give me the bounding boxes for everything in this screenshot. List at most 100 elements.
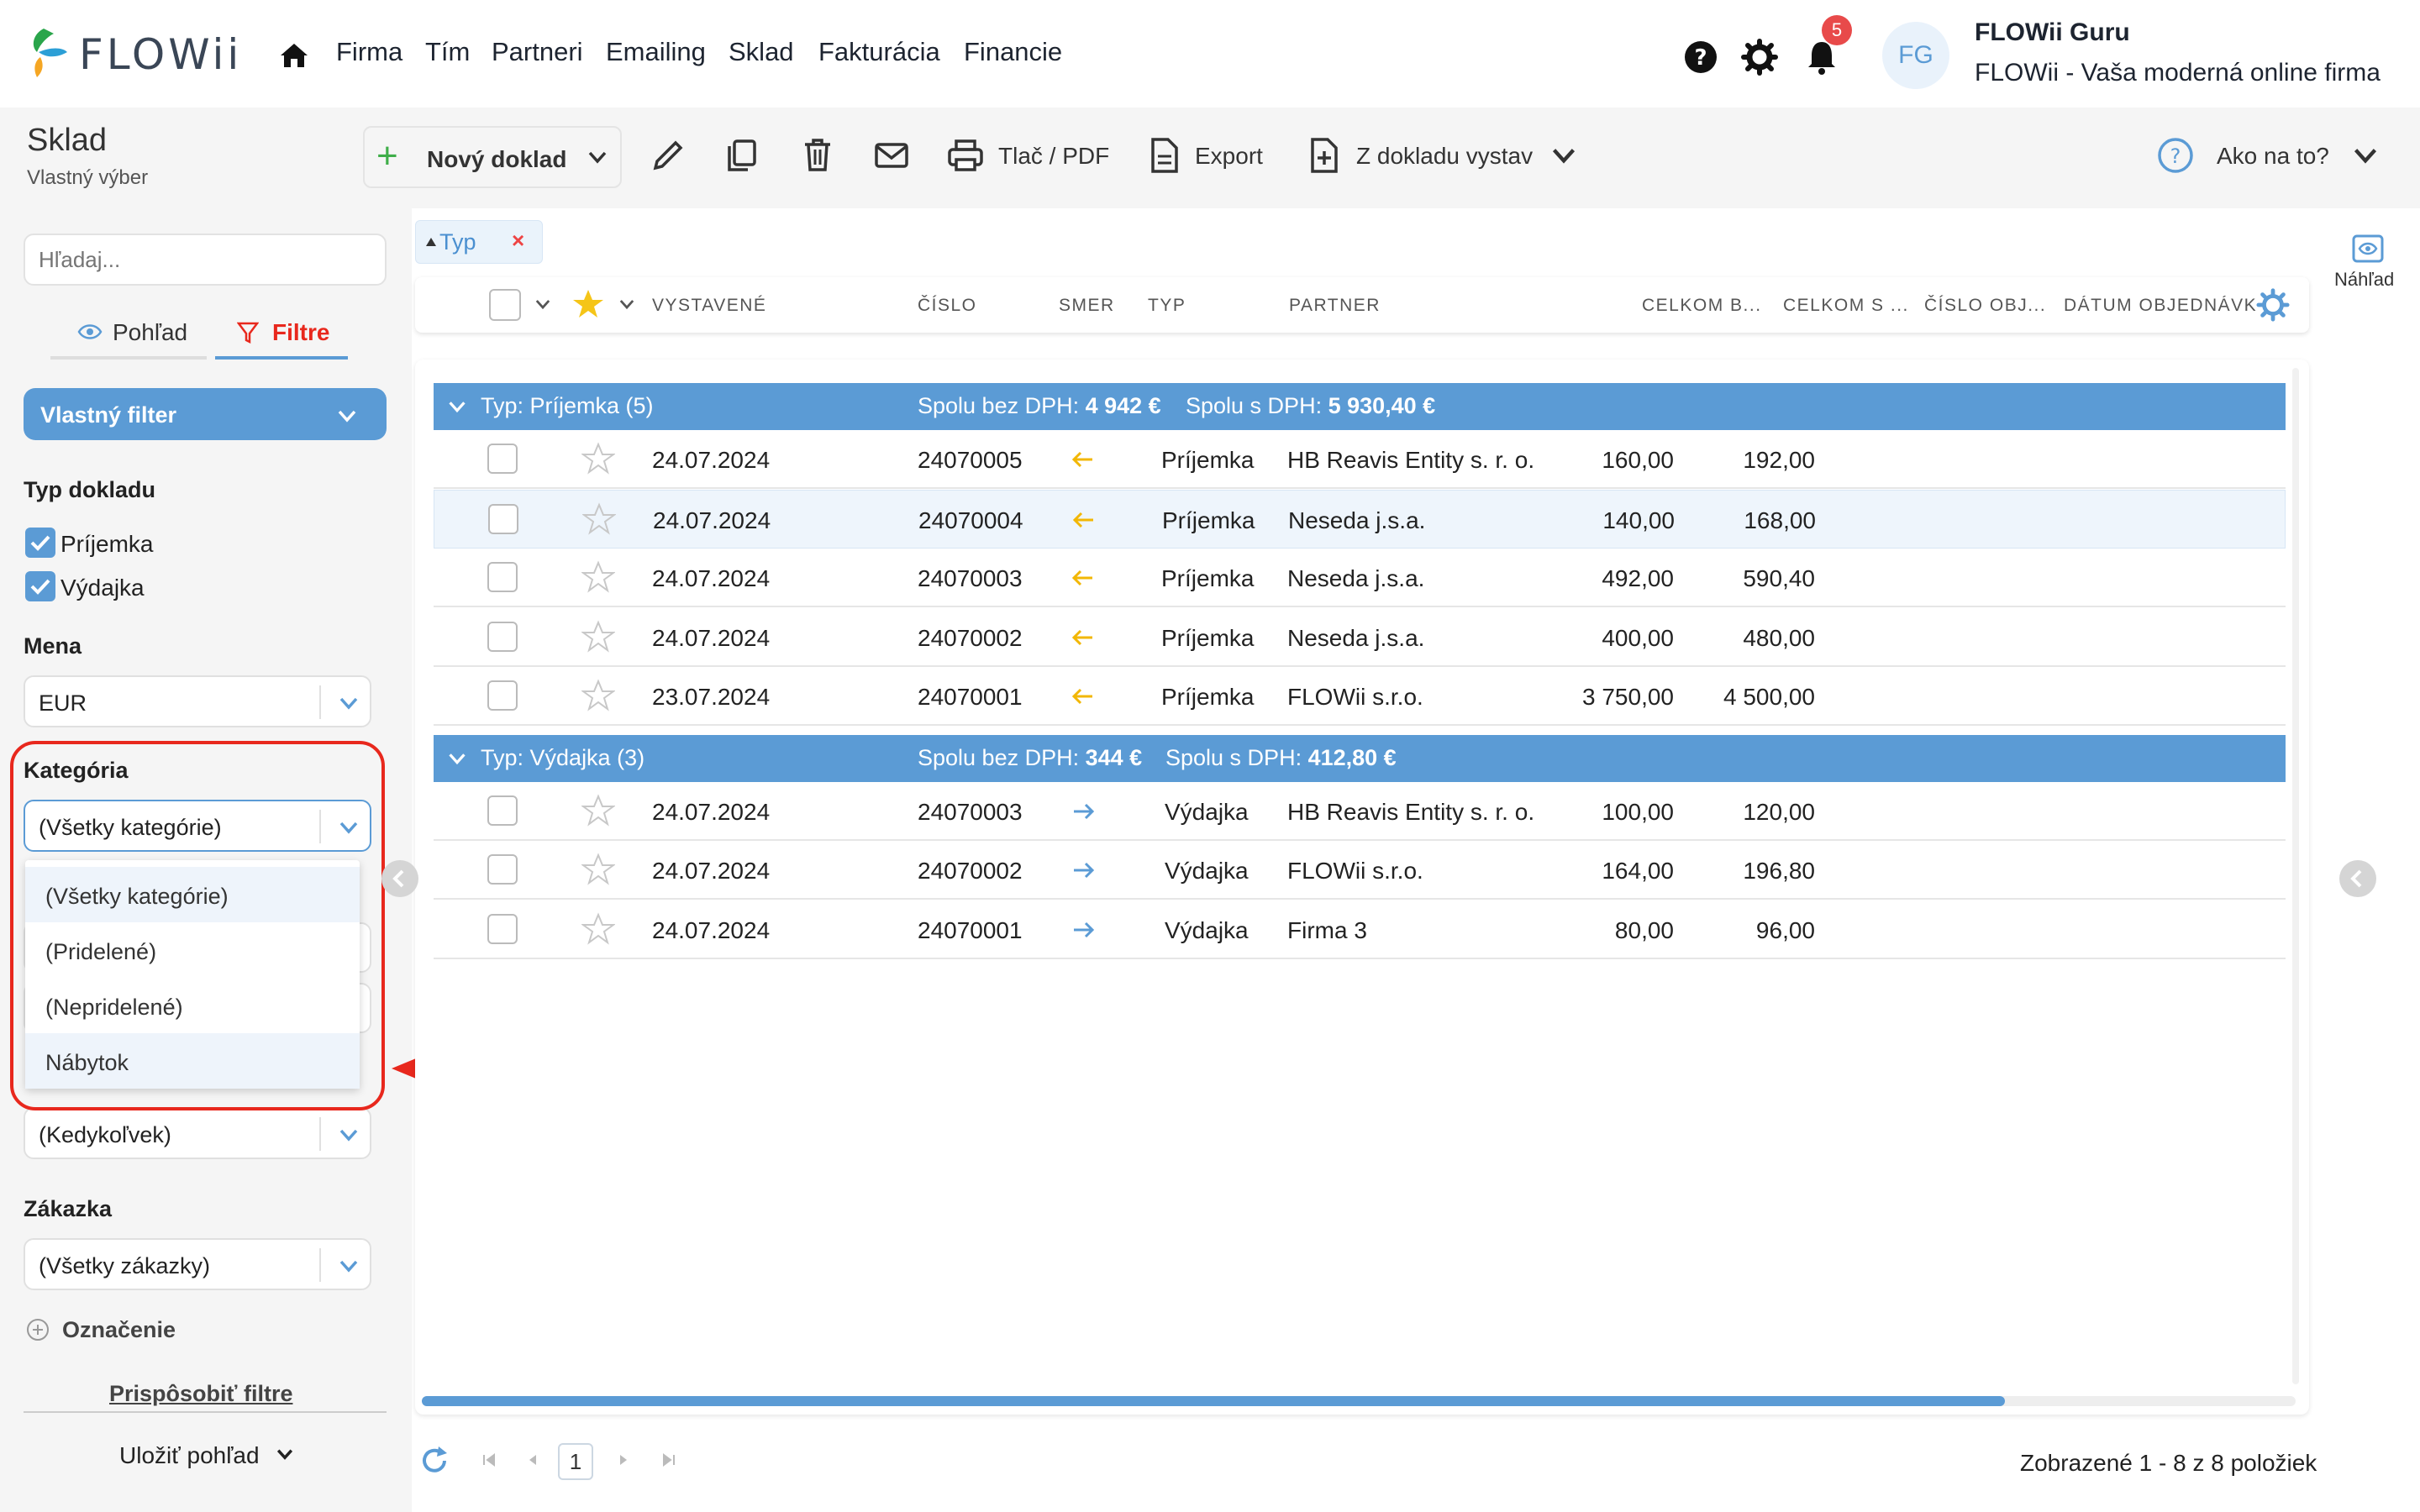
date-select[interactable]: (Kedykoľvek): [24, 1107, 371, 1159]
column-settings-icon[interactable]: [2255, 287, 2291, 323]
vertical-scrollbar[interactable]: [2292, 368, 2299, 1384]
currency-select[interactable]: EUR: [24, 675, 371, 727]
column-header-order-number[interactable]: ČÍSLO OBJ...: [1924, 296, 2046, 316]
save-view-button[interactable]: Uložiť pohľad: [119, 1441, 293, 1469]
column-header-issued[interactable]: VYSTAVENÉ: [652, 296, 766, 316]
nav-emailing[interactable]: Emailing: [606, 37, 706, 67]
collapse-preview-button[interactable]: [2339, 860, 2376, 897]
chevron-down-icon[interactable]: [445, 747, 469, 770]
table-row[interactable]: 24.07.2024 24070002 Výdajka FLOWii s.r.o. 16…: [434, 841, 2286, 900]
next-page-icon[interactable]: [610, 1446, 637, 1473]
customize-filters-link[interactable]: Prispôsobiť filtre: [109, 1381, 292, 1407]
print-label[interactable]: Tlač / PDF: [998, 143, 1109, 170]
table-row[interactable]: 23.07.2024 24070001 Príjemka FLOWii s.r.o. 3…: [434, 667, 2286, 726]
nav-partneri[interactable]: Partneri: [492, 37, 583, 67]
question-circle-icon[interactable]: ?: [2156, 136, 2195, 175]
chevron-down-icon[interactable]: [533, 294, 553, 314]
edit-icon[interactable]: [649, 136, 687, 175]
chevron-down-icon[interactable]: [445, 395, 469, 418]
checkbox-checked-icon[interactable]: [25, 528, 55, 558]
plus-circle-icon[interactable]: [25, 1317, 50, 1342]
create-from-document-label[interactable]: Z dokladu vystav: [1356, 143, 1533, 170]
help-link[interactable]: Ako na to?: [2217, 143, 2329, 170]
email-icon[interactable]: [872, 136, 911, 175]
star-outline-icon[interactable]: [581, 560, 615, 594]
nav-financie[interactable]: Financie: [964, 37, 1062, 67]
help-icon[interactable]: ?: [1682, 39, 1719, 76]
row-checkbox[interactable]: [488, 503, 518, 534]
collapse-sidebar-button[interactable]: [381, 860, 418, 897]
settings-icon[interactable]: [1741, 39, 1778, 76]
row-checkbox[interactable]: [487, 913, 518, 944]
star-outline-icon[interactable]: [581, 793, 615, 827]
nav-fakturacia[interactable]: Fakturácia: [818, 37, 940, 67]
checkbox-checked-icon[interactable]: [25, 571, 55, 601]
prev-page-icon[interactable]: [519, 1446, 546, 1473]
star-outline-icon[interactable]: [581, 442, 615, 475]
nav-tim[interactable]: Tím: [425, 37, 470, 67]
print-icon[interactable]: [946, 136, 985, 175]
chevron-down-icon[interactable]: [617, 294, 637, 314]
row-checkbox[interactable]: [487, 562, 518, 592]
refresh-icon[interactable]: [418, 1445, 450, 1477]
row-checkbox[interactable]: [487, 680, 518, 711]
table-row[interactable]: 24.07.2024 24070003 Príjemka Neseda j.s.a. 4…: [434, 549, 2286, 607]
table-row[interactable]: 24.07.2024 24070003 Výdajka HB Reavis Entit…: [434, 782, 2286, 841]
tab-view[interactable]: Pohľad: [113, 319, 187, 346]
column-header-direction[interactable]: SMER: [1059, 296, 1115, 316]
table-row[interactable]: 24.07.2024 24070005 Príjemka HB Reavis Enti…: [434, 430, 2286, 489]
copy-icon[interactable]: [723, 136, 761, 175]
chevron-down-icon[interactable]: [585, 144, 610, 170]
table-row[interactable]: 24.07.2024 24070004 Príjemka Neseda j.s.a. 1…: [434, 489, 2286, 549]
group-header-row[interactable]: Typ: Príjemka (5) Spolu bez DPH: 4 942 € S…: [434, 383, 2286, 430]
table-row[interactable]: 24.07.2024 24070001 Výdajka Firma 3 80,00 96,…: [434, 900, 2286, 959]
home-icon[interactable]: [277, 39, 311, 72]
nav-firma[interactable]: Firma: [336, 37, 402, 67]
order-select[interactable]: (Všetky zákazky): [24, 1238, 371, 1290]
create-from-document-icon[interactable]: [1304, 136, 1343, 175]
star-outline-icon[interactable]: [581, 619, 615, 654]
column-header-order-date[interactable]: DÁTUM OBJEDNÁVK: [2064, 296, 2269, 316]
preview-icon[interactable]: [2351, 234, 2385, 264]
chevron-down-icon[interactable]: [2349, 139, 2381, 171]
export-label[interactable]: Export: [1195, 143, 1263, 170]
row-checkbox[interactable]: [487, 795, 518, 826]
select-all-checkbox[interactable]: [489, 289, 521, 321]
table-row[interactable]: 24.07.2024 24070002 Príjemka Neseda j.s.a. 4…: [434, 608, 2286, 667]
chevron-down-icon[interactable]: [336, 1122, 361, 1147]
delete-icon[interactable]: [798, 136, 837, 175]
chevron-down-icon[interactable]: [336, 1253, 361, 1278]
new-document-button[interactable]: + Nový doklad: [363, 126, 622, 188]
row-checkbox[interactable]: [487, 621, 518, 652]
column-header-total-with-vat[interactable]: CELKOM S ...: [1783, 296, 1909, 316]
search-input[interactable]: [24, 234, 387, 286]
export-icon[interactable]: [1144, 136, 1183, 175]
logo-icon[interactable]: [25, 27, 69, 79]
column-header-number[interactable]: ČÍSLO: [918, 296, 977, 316]
remove-filter-icon[interactable]: ×: [512, 228, 524, 254]
avatar[interactable]: FG: [1882, 22, 1949, 89]
current-page-button[interactable]: 1: [558, 1443, 593, 1480]
logo-text[interactable]: FLOWii: [79, 30, 242, 79]
column-header-type[interactable]: TYP: [1148, 296, 1186, 316]
row-checkbox[interactable]: [487, 444, 518, 474]
row-checkbox[interactable]: [487, 854, 518, 885]
tab-filters[interactable]: Filtre: [272, 319, 329, 346]
star-filled-icon[interactable]: [571, 287, 605, 321]
chevron-down-icon[interactable]: [1548, 139, 1580, 171]
horizontal-scrollbar-thumb[interactable]: [422, 1396, 2005, 1406]
preview-label[interactable]: Náhľad: [2334, 269, 2394, 291]
star-outline-icon[interactable]: [582, 501, 616, 536]
custom-filter-dropdown[interactable]: Vlastný filter: [24, 388, 387, 440]
star-outline-icon[interactable]: [581, 911, 615, 946]
last-page-icon[interactable]: [655, 1446, 682, 1473]
first-page-icon[interactable]: [476, 1446, 502, 1473]
column-header-partner[interactable]: PARTNER: [1289, 296, 1381, 316]
nav-sklad[interactable]: Sklad: [729, 37, 794, 67]
active-filter-chip[interactable]: Typ ×: [415, 220, 543, 264]
group-header-row[interactable]: Typ: Výdajka (3) Spolu bez DPH: 344 € Spol…: [434, 734, 2286, 782]
chevron-down-icon[interactable]: [336, 690, 361, 716]
star-outline-icon[interactable]: [581, 853, 615, 886]
add-tag-filter[interactable]: Označenie: [62, 1317, 176, 1343]
column-header-total-without-vat[interactable]: CELKOM B...: [1642, 296, 1762, 316]
